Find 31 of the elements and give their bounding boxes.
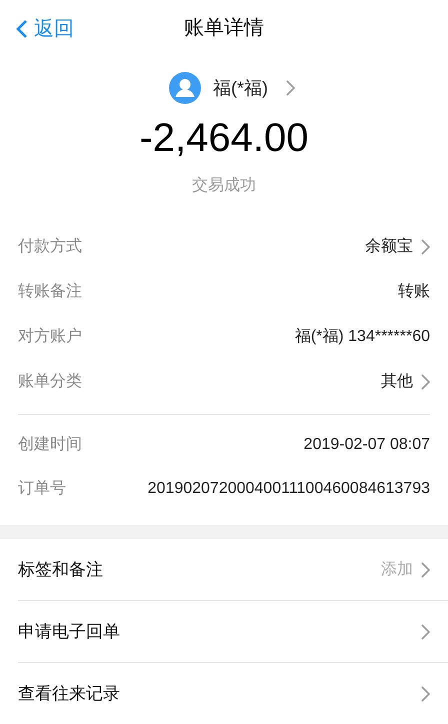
detail-label: 创建时间 [18, 434, 82, 455]
detail-value: 2019-02-07 08:07 [304, 435, 430, 455]
back-icon [16, 19, 28, 39]
detail-value[interactable]: 其他 [381, 370, 413, 394]
status-text: 交易成功 [191, 176, 257, 196]
action-label: 标签和备注 [18, 558, 103, 581]
action-row[interactable]: 查看往来记录 [18, 663, 448, 724]
action-row[interactable]: 申请电子回单 [18, 601, 448, 663]
chevron-icon [421, 562, 430, 578]
detail-value: 20190207200040011100460084613793 [148, 479, 430, 499]
detail-label: 转账备注 [18, 282, 82, 302]
detail-label: 对方账户 [18, 326, 82, 346]
chevron-icon [286, 80, 295, 96]
action-row[interactable]: 标签和备注 添加 [18, 539, 448, 601]
payee-name[interactable]: 福(*福) [213, 74, 268, 102]
detail-label: 订单号 [18, 479, 66, 499]
chevron-icon [421, 686, 430, 702]
chevron-icon [421, 238, 430, 254]
chevron-icon [421, 374, 430, 390]
detail-label: 付款方式 [18, 236, 82, 256]
detail-value: 转账 [398, 282, 430, 302]
action-hint: 添加 [381, 560, 413, 580]
detail-value: 福(*福) 134******60 [294, 326, 430, 346]
action-label: 申请电子回单 [18, 620, 120, 643]
action-label: 查看往来记录 [18, 683, 120, 706]
chevron-icon [421, 624, 430, 640]
page-title: 账单详情 [184, 16, 264, 41]
detail-value[interactable]: 余额宝 [365, 234, 413, 258]
detail-label: 账单分类 [18, 372, 82, 392]
amount: -2,464.00 [138, 115, 310, 162]
avatar-icon [169, 72, 201, 104]
